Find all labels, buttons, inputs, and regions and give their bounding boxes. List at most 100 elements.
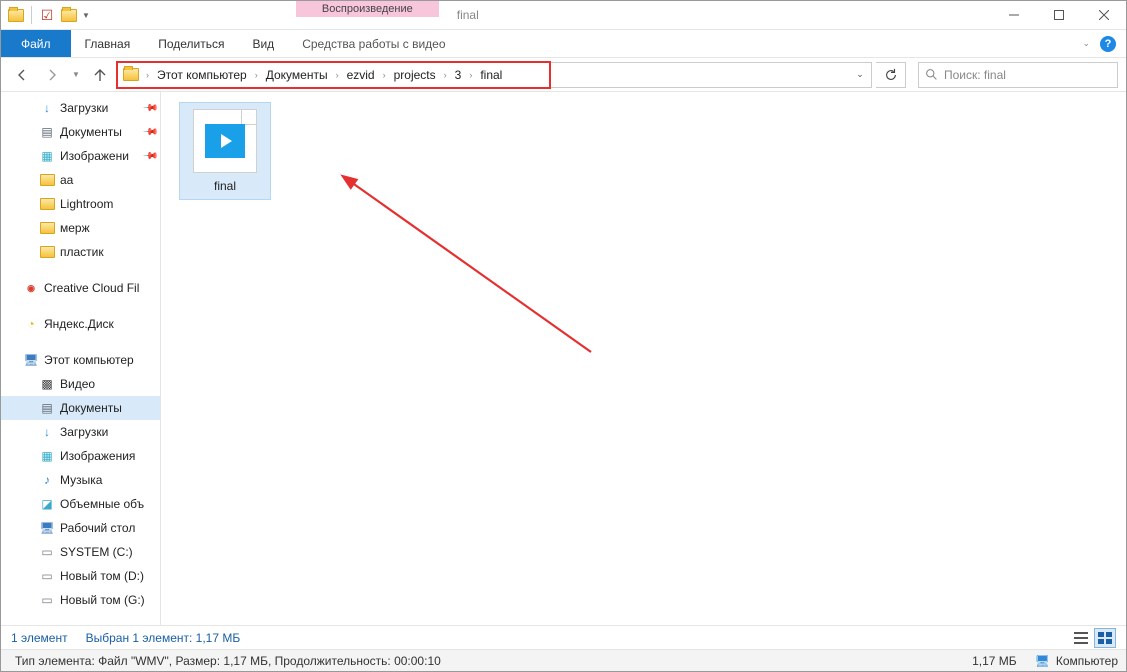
tab-file[interactable]: Файл (1, 30, 71, 57)
chevron-right-icon[interactable]: › (467, 70, 474, 80)
folder-icon (39, 196, 55, 212)
pin-icon: 📌 (141, 100, 158, 117)
large-icons-view-button[interactable] (1094, 628, 1116, 648)
details-pane: Тип элемента: Файл "WMV", Размер: 1,17 М… (1, 649, 1126, 671)
new-folder-icon[interactable] (60, 6, 78, 24)
status-size: 1,17 МБ (972, 654, 1017, 668)
context-tab-header: Воспроизведение (296, 1, 439, 29)
forward-button[interactable] (39, 62, 65, 88)
tree-item-downloads[interactable]: ↓Загрузки📌 (1, 96, 160, 120)
crumb-documents[interactable]: Документы (260, 63, 334, 87)
file-item-final[interactable]: final (179, 102, 271, 200)
body: ↓Загрузки📌 ▤Документы📌 ▦Изображени📌 aa L… (1, 92, 1126, 625)
downloads-icon: ↓ (39, 424, 55, 440)
tree-item-merge[interactable]: мерж (1, 216, 160, 240)
music-icon: ♪ (39, 472, 55, 488)
maximize-button[interactable] (1036, 1, 1081, 29)
tab-home[interactable]: Главная (71, 30, 145, 57)
address-dropdown-icon[interactable]: ⌄ (849, 69, 871, 80)
tree-item-creative-cloud[interactable]: ◉Creative Cloud Fil (1, 276, 160, 300)
computer-icon: 🖥 (23, 352, 39, 368)
disk-icon: ▭ (39, 544, 55, 560)
tab-video-tools[interactable]: Средства работы с видео (288, 30, 459, 57)
chevron-right-icon[interactable]: › (253, 70, 260, 80)
video-thumbnail-icon (193, 109, 257, 173)
recent-dropdown-icon[interactable]: ▼ (69, 62, 83, 88)
desktop-icon: 🖥 (39, 520, 55, 536)
help-icon[interactable]: ? (1100, 36, 1116, 52)
status-details: Тип элемента: Файл "WMV", Размер: 1,17 М… (9, 654, 447, 668)
status-location: Компьютер (1056, 654, 1118, 668)
tree-item-documents-qa[interactable]: ▤Документы📌 (1, 120, 160, 144)
qat-dropdown-icon[interactable]: ▼ (82, 11, 90, 20)
pictures-icon: ▦ (39, 148, 55, 164)
navigation-pane[interactable]: ↓Загрузки📌 ▤Документы📌 ▦Изображени📌 aa L… (1, 92, 161, 625)
tree-item-plastic[interactable]: пластик (1, 240, 160, 264)
tree-item-network[interactable]: 🖧Сеть (1, 624, 160, 625)
pin-icon: 📌 (141, 124, 158, 141)
tree-item-aa[interactable]: aa (1, 168, 160, 192)
computer-icon: 🖥 (1035, 654, 1050, 668)
cube-icon: ◪ (39, 496, 55, 512)
document-icon: ▤ (39, 400, 55, 416)
chevron-right-icon[interactable]: › (442, 70, 449, 80)
search-icon (925, 68, 938, 81)
explorer-window: ☑ ▼ Воспроизведение final Файл Главная П… (0, 0, 1127, 672)
minimize-button[interactable] (991, 1, 1036, 29)
app-folder-icon (7, 6, 25, 24)
search-placeholder: Поиск: final (944, 68, 1006, 82)
details-view-button[interactable] (1070, 628, 1092, 648)
downloads-icon: ↓ (39, 100, 55, 116)
pin-icon: 📌 (141, 148, 158, 165)
file-name-label: final (214, 179, 236, 193)
tree-item-pictures-qa[interactable]: ▦Изображени📌 (1, 144, 160, 168)
crumb-ezvid[interactable]: ezvid (341, 63, 381, 87)
window-title: final (439, 1, 991, 29)
crumb-projects[interactable]: projects (388, 63, 442, 87)
ribbon-expand-icon[interactable]: ⌄ (1082, 38, 1090, 49)
chevron-right-icon[interactable]: › (381, 70, 388, 80)
folder-icon (39, 244, 55, 260)
breadcrumb: Этот компьютер› Документы› ezvid› projec… (151, 63, 508, 87)
tree-item-3d-objects[interactable]: ◪Объемные объ (1, 492, 160, 516)
back-button[interactable] (9, 62, 35, 88)
crumb-3[interactable]: 3 (449, 63, 468, 87)
tab-view[interactable]: Вид (238, 30, 288, 57)
document-icon: ▤ (39, 124, 55, 140)
tab-share[interactable]: Поделиться (144, 30, 238, 57)
address-bar-row: ▼ › Этот компьютер› Документы› ezvid› pr… (1, 58, 1126, 92)
ribbon-tabs: Файл Главная Поделиться Вид Средства раб… (1, 30, 1126, 58)
tree-item-drive-g[interactable]: ▭Новый том (G:) (1, 588, 160, 612)
chevron-right-icon[interactable]: › (334, 70, 341, 80)
address-bar[interactable]: › Этот компьютер› Документы› ezvid› proj… (117, 62, 872, 88)
status-item-count: 1 элемент (11, 631, 68, 645)
tree-item-documents[interactable]: ▤Документы (1, 396, 160, 420)
tree-item-drive-d[interactable]: ▭Новый том (D:) (1, 564, 160, 588)
tree-item-music[interactable]: ♪Музыка (1, 468, 160, 492)
title-bar: ☑ ▼ Воспроизведение final (1, 1, 1126, 30)
search-input[interactable]: Поиск: final (918, 62, 1118, 88)
address-folder-icon (121, 68, 141, 81)
tree-item-downloads-pc[interactable]: ↓Загрузки (1, 420, 160, 444)
pictures-icon: ▦ (39, 448, 55, 464)
close-button[interactable] (1081, 1, 1126, 29)
tree-item-this-pc[interactable]: 🖥Этот компьютер (1, 348, 160, 372)
tree-item-yandex-disk[interactable]: ◔Яндекс.Диск (1, 312, 160, 336)
disk-icon: ▭ (39, 592, 55, 608)
tree-item-drive-c[interactable]: ▭SYSTEM (C:) (1, 540, 160, 564)
crumb-final[interactable]: final (474, 63, 508, 87)
qat-separator (31, 6, 32, 24)
chevron-right-icon[interactable]: › (144, 70, 151, 80)
disk-icon: ▭ (39, 568, 55, 584)
file-list-pane[interactable]: final (161, 92, 1126, 625)
yandex-disk-icon: ◔ (23, 316, 39, 332)
tree-item-videos[interactable]: ▩Видео (1, 372, 160, 396)
tree-item-pictures[interactable]: ▦Изображения (1, 444, 160, 468)
tree-item-lightroom[interactable]: Lightroom (1, 192, 160, 216)
refresh-button[interactable] (876, 62, 906, 88)
properties-icon[interactable]: ☑ (38, 6, 56, 24)
crumb-this-pc[interactable]: Этот компьютер (151, 63, 253, 87)
up-button[interactable] (87, 62, 113, 88)
tree-item-desktop[interactable]: 🖥Рабочий стол (1, 516, 160, 540)
folder-icon (39, 172, 55, 188)
